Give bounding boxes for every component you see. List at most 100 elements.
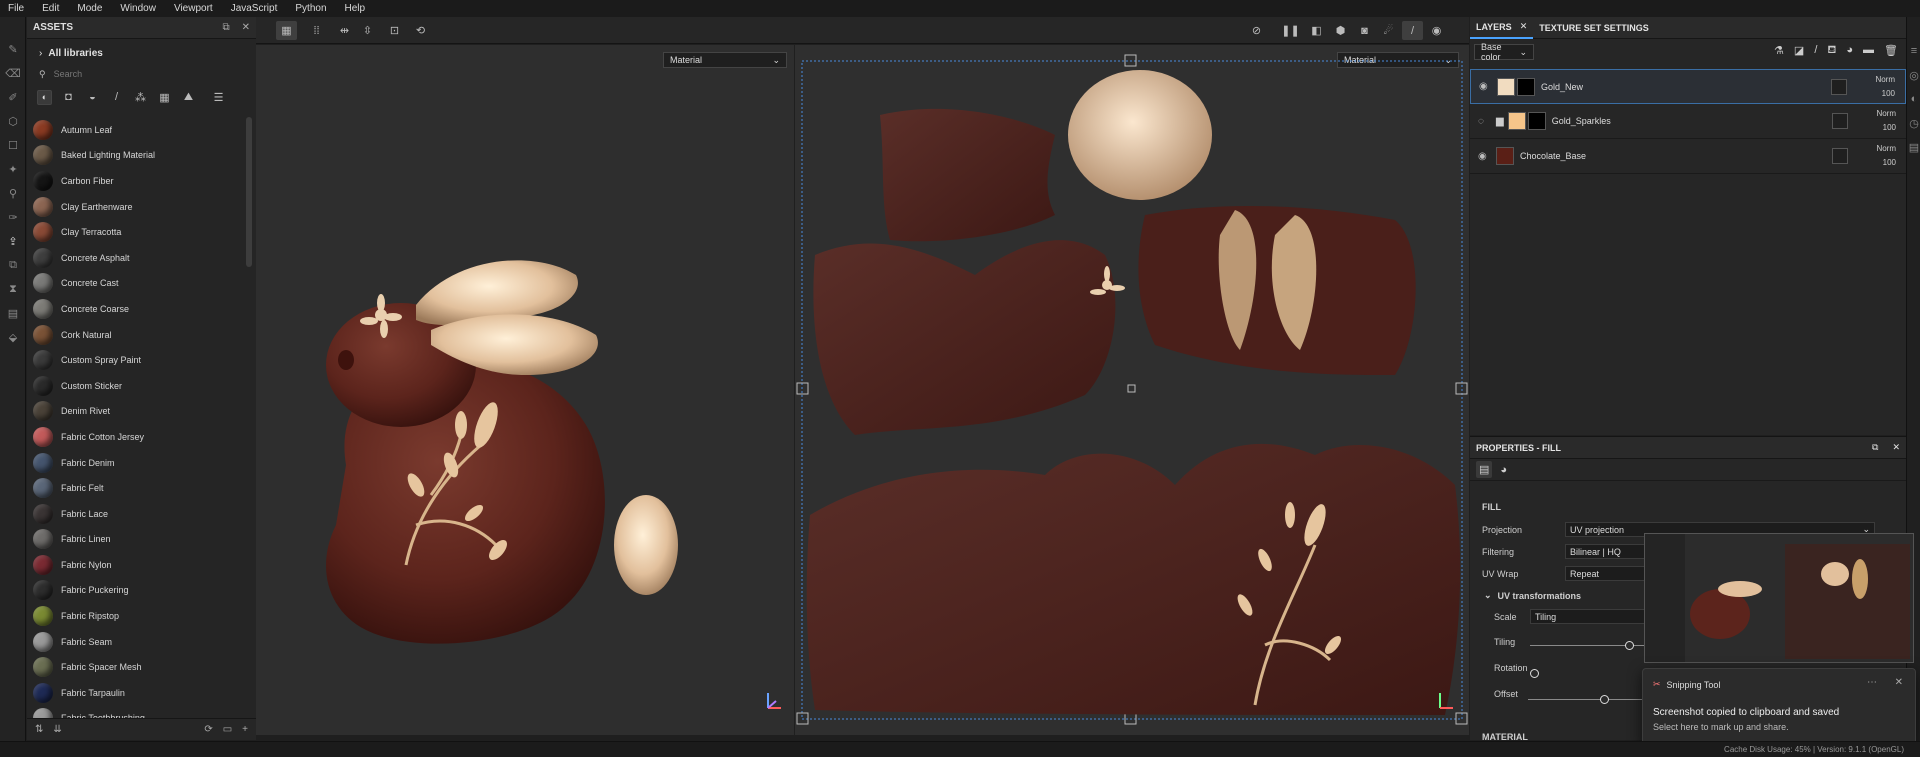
geometry-fill-icon[interactable]: ⬡ [0,109,26,133]
search-input[interactable]: ⚲ Search [27,65,256,83]
material-list-item[interactable]: Fabric Ripstop [27,603,247,629]
snipping-tool-notification[interactable]: ✂ Snipping Tool ⋯ ✕ Screenshot copied to… [1642,668,1916,746]
uv-transformations-toggle[interactable]: ⌄ UV transformations [1484,590,1581,601]
add-mask-icon[interactable]: ◪ [1794,44,1804,58]
mask-thumbnail[interactable] [1517,77,1535,96]
camera-icon[interactable]: ◙ [1354,21,1375,40]
align-icon[interactable]: ⇳ [357,21,378,40]
shader-icon[interactable]: ◐ [1907,87,1920,111]
display-settings-icon[interactable]: ⬢ [1330,21,1351,40]
material-list-item[interactable]: Clay Earthenware [27,194,247,220]
tiling-slider-handle[interactable] [1625,641,1634,650]
projection-icon[interactable]: ✐ [0,85,26,109]
opacity-value[interactable]: 100 [1876,121,1896,135]
opacity-value[interactable]: 100 [1876,156,1896,170]
blend-mode[interactable]: Norm [1876,142,1896,156]
material-list-item[interactable]: Fabric Nylon [27,552,247,578]
mask-thumbnail[interactable] [1527,112,1546,130]
split-view-icon[interactable]: ◧ [1306,21,1327,40]
layers-icon[interactable]: ≡ [1907,39,1920,63]
brushes-filter-icon[interactable]: / [109,90,124,105]
channel-select[interactable]: Base color ⌄ [1474,42,1534,62]
history-clock-icon[interactable]: ⟲ [410,21,431,40]
particles-filter-icon[interactable]: ⁂ [133,90,148,105]
offset-slider[interactable] [1528,699,1653,700]
menu-file[interactable]: File [8,3,24,14]
material-list-item[interactable]: Concrete Cast [27,271,247,297]
material-list-item[interactable]: Fabric Seam [27,629,247,655]
folder-icon[interactable]: ▭ [223,724,232,735]
material-list-item[interactable]: Autumn Leaf [27,117,247,143]
rotation-slider-handle[interactable] [1530,669,1539,678]
close-icon[interactable]: ✕ [242,22,250,33]
menu-python[interactable]: Python [295,3,326,14]
shelf-icon[interactable]: ⬙ [0,325,26,349]
layer-row[interactable]: ◉ Chocolate_Base Norm 100 [1470,139,1906,174]
material-list-item[interactable]: Carbon Fiber [27,168,247,194]
library-selector[interactable]: › All libraries [27,43,256,63]
smudge-icon[interactable]: ☐ [0,133,26,157]
refresh-icon[interactable]: ⟳ [204,724,212,735]
material-list-item[interactable]: Concrete Coarse [27,296,247,322]
blend-mode[interactable]: Norm [1876,107,1896,121]
menu-viewport[interactable]: Viewport [174,3,213,14]
blend-mode[interactable]: Norm [1875,73,1895,87]
layer-row[interactable]: ◉ Gold_New Norm 100 [1470,69,1906,104]
eraser-icon[interactable]: ⌫ [0,61,26,85]
layer-row[interactable]: ◌ ▆ Gold_Sparkles Norm 100 [1470,104,1906,139]
filtering-select[interactable]: Bilinear | HQ [1565,544,1645,559]
screenshot-preview-thumbnail[interactable] [1644,533,1914,663]
add-folder-icon[interactable]: ▬ [1863,44,1874,58]
notes-icon[interactable]: ▤ [1907,135,1920,159]
color-picker-icon[interactable]: ⚲ [0,181,26,205]
material-list-item[interactable]: Fabric Felt [27,475,247,501]
material-list-item[interactable]: Fabric Lace [27,501,247,527]
frame-icon[interactable]: ⊡ [384,21,405,40]
add-fill-layer-icon[interactable]: ⛾ [1827,44,1836,58]
material-list-item[interactable]: Fabric Spacer Mesh [27,654,247,680]
smart-masks-filter-icon[interactable]: ◒ [85,90,100,105]
render-icon[interactable]: ☄ [1378,21,1399,40]
add-effect-icon[interactable]: ⚗ [1774,44,1784,58]
menu-mode[interactable]: Mode [77,3,102,14]
layer-checkbox[interactable] [1832,148,1848,164]
material-list-item[interactable]: Fabric Puckering [27,578,247,604]
texture-set-list-icon[interactable]: ⧉ [0,253,26,277]
tiling-slider[interactable] [1530,645,1655,646]
history-icon[interactable]: ◷ [1907,111,1920,135]
material-list-item[interactable]: Denim Rivet [27,399,247,425]
material-list-item[interactable]: Fabric Cotton Jersey [27,424,247,450]
add-smart-material-icon[interactable]: ◕ [1846,44,1853,58]
scale-select[interactable]: Tiling [1530,609,1645,624]
material-list-item[interactable]: Fabric Tarpaulin [27,680,247,706]
uv-wrap-select[interactable]: Repeat [1565,566,1645,581]
materials-filter-icon[interactable]: ◐ [37,89,52,105]
close-icon[interactable]: ✕ [1520,21,1528,32]
symmetry-icon[interactable]: ⇹ [334,21,355,40]
pause-icon[interactable]: ❚❚ [1280,21,1301,40]
textures-filter-icon[interactable]: ◘ [61,90,76,105]
layer-checkbox[interactable] [1831,79,1847,95]
material-list-item[interactable]: Concrete Asphalt [27,245,247,271]
history-icon[interactable]: ⧗ [0,277,26,301]
tab-layers[interactable]: LAYERS ✕ [1470,17,1534,39]
offset-slider-handle[interactable] [1600,695,1609,704]
menu-help[interactable]: Help [345,3,366,14]
tab-texture-set-settings[interactable]: TEXTURE SET SETTINGS [1533,17,1655,39]
paint-brush-icon[interactable]: ✎ [0,37,26,61]
close-icon[interactable]: ✕ [1892,442,1900,453]
sort-icon[interactable]: ⇅ [35,724,43,735]
environments-filter-icon[interactable]: ⛰ [181,90,196,105]
layer-checkbox[interactable] [1832,113,1848,129]
float-panel-icon[interactable]: ⧉ [1872,442,1878,453]
import-icon[interactable]: ⇊ [53,724,61,735]
clone-icon[interactable]: ✦ [0,157,26,181]
display-settings-icon[interactable]: ◎ [1907,63,1920,87]
add-paint-layer-icon[interactable]: / [1814,44,1817,58]
grid-view-icon[interactable]: ▦ [276,21,297,40]
material-list-item[interactable]: Custom Spray Paint [27,347,247,373]
add-icon[interactable]: + [242,724,248,735]
assets-panel-icon[interactable]: ⇪ [0,229,26,253]
fill-tab-icon[interactable]: ▤ [1476,461,1493,478]
material-list-item[interactable]: Fabric Linen [27,527,247,553]
